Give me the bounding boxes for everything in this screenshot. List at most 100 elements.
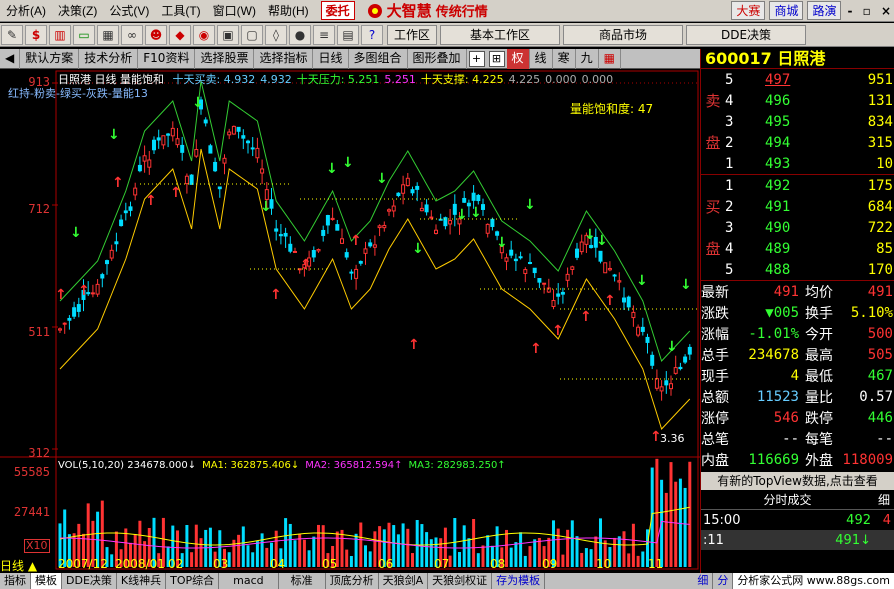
roadshow-button[interactable]: 路演 bbox=[807, 1, 842, 20]
binoculars-icon[interactable]: ∞ bbox=[121, 24, 143, 45]
pin-icon[interactable]: ◊ bbox=[265, 24, 287, 45]
default-scheme-button[interactable]: 默认方案 bbox=[20, 48, 80, 69]
kline-candle bbox=[579, 241, 584, 253]
plus-icon[interactable]: + bbox=[468, 50, 485, 67]
tab-dde[interactable]: DDE决策 bbox=[686, 24, 807, 45]
box-icon[interactable]: ▢ bbox=[241, 24, 263, 45]
kline-candle bbox=[382, 224, 387, 229]
quote-value: 467 bbox=[867, 367, 893, 384]
tab-wolf-a[interactable]: 天狼剑A bbox=[379, 573, 429, 589]
buy-row[interactable]: 1 492 175 bbox=[701, 175, 894, 196]
buy-row[interactable]: 买 2 491 684 bbox=[701, 196, 894, 217]
chart-header-value: 十天买卖: 4.932 bbox=[172, 73, 256, 86]
overlay-button[interactable]: 图形叠加 bbox=[408, 48, 467, 69]
menu-decision[interactable]: 决策(Z) bbox=[52, 2, 103, 19]
buy-arrow: ↑ bbox=[145, 193, 157, 209]
money-icon[interactable]: ▭ bbox=[73, 24, 95, 45]
quan-button[interactable]: 权 bbox=[506, 48, 530, 69]
dot-icon[interactable]: ● bbox=[289, 24, 311, 45]
dollar-icon[interactable]: $ bbox=[25, 24, 47, 45]
tab-wolf-warrant[interactable]: 天狼剑权证 bbox=[428, 573, 493, 589]
stamp-icon[interactable]: ◉ bbox=[193, 24, 215, 45]
kline-candle bbox=[617, 280, 622, 283]
menu-window[interactable]: 窗口(W) bbox=[207, 2, 262, 19]
mall-button[interactable]: 商城 bbox=[769, 1, 804, 20]
window-controls[interactable]: - ▫ × bbox=[847, 4, 894, 18]
diamond-icon[interactable]: ◆ bbox=[169, 24, 191, 45]
detail-button[interactable]: 细 bbox=[693, 573, 714, 589]
multi-chart-button[interactable]: 多图组合 bbox=[349, 48, 408, 69]
tech-analysis-button[interactable]: 技术分析 bbox=[79, 48, 139, 69]
tab-kline-god[interactable]: K线神兵 bbox=[117, 573, 167, 589]
buy-level: 3 bbox=[725, 219, 734, 236]
sell-arrow: ↓ bbox=[376, 171, 388, 187]
sell-row[interactable]: 5 497 951 bbox=[701, 69, 894, 90]
sell-row[interactable]: 盘 2 494 315 bbox=[701, 132, 894, 153]
chart-color-icon[interactable]: ▦ bbox=[599, 48, 621, 69]
kline-candle bbox=[278, 234, 283, 237]
sell-row[interactable]: 卖 4 496 131 bbox=[701, 90, 894, 111]
jiu-button[interactable]: 九 bbox=[576, 48, 599, 69]
quote-label: 总笔 bbox=[701, 431, 729, 448]
tab-standard[interactable]: 标准 bbox=[279, 573, 326, 589]
stock-code: 600017 bbox=[705, 49, 772, 68]
kline-chart[interactable]: ↑ ↑ ↑ ↑ ↑ ↑ ↑ ↑ ↑ ↑ ↑ ↑ ↑ ↑ ↓ ↓ ↓ ↓ ↓ ↓ ↓ ↓ ↓ ↓ ↓ ↓ ↓ ↓ ↓ ↓ ↓ bbox=[0, 69, 700, 571]
sell-level: 5 bbox=[725, 71, 734, 88]
contest-button[interactable]: 大赛 bbox=[731, 1, 766, 20]
buy-row[interactable]: 盘 4 489 85 bbox=[701, 238, 894, 259]
period-tab[interactable]: 日线 ▲ bbox=[0, 557, 37, 574]
split-icon[interactable]: ⊞ bbox=[488, 50, 505, 67]
tab-dde[interactable]: DDE决策 bbox=[62, 573, 117, 589]
sell-row[interactable]: 1 493 10 bbox=[701, 153, 894, 174]
person-icon[interactable]: ☻ bbox=[145, 24, 167, 45]
menu-analysis[interactable]: 分析(A) bbox=[0, 2, 52, 19]
han-button[interactable]: 寒 bbox=[553, 48, 576, 69]
block-icon[interactable]: ▣ bbox=[217, 24, 239, 45]
menu-help[interactable]: 帮助(H) bbox=[262, 2, 315, 19]
tab-indicator[interactable]: 指标 bbox=[0, 573, 31, 589]
tab-macd[interactable]: macd bbox=[219, 573, 279, 589]
quote-row: 涨幅 -1.01% 今开 500 bbox=[701, 323, 894, 344]
workspace-select[interactable]: 基本工作区 bbox=[440, 24, 561, 45]
tab-market[interactable]: 商品市场 bbox=[563, 24, 684, 45]
sell-price: 494 bbox=[765, 134, 791, 151]
scroll-left-icon[interactable]: ◀ bbox=[0, 48, 21, 69]
tab-template[interactable]: 模板 bbox=[31, 573, 62, 589]
kline-candle bbox=[513, 258, 518, 262]
xian-button[interactable]: 线 bbox=[530, 48, 553, 69]
buy-row[interactable]: 5 488 170 bbox=[701, 259, 894, 280]
quote-row: 总额 11523 量比 0.57 bbox=[701, 386, 894, 407]
fen-button[interactable]: 分 bbox=[713, 573, 734, 589]
weituo-button[interactable]: 委托 bbox=[320, 1, 355, 20]
window-icon[interactable]: ▤ bbox=[337, 24, 359, 45]
select-stock-button[interactable]: 选择股票 bbox=[195, 48, 255, 69]
volume-bar bbox=[509, 547, 513, 567]
menu-tools[interactable]: 工具(T) bbox=[155, 2, 206, 19]
sell-arrow: ↓ bbox=[470, 205, 482, 221]
kline-candle bbox=[659, 386, 664, 392]
f10-button[interactable]: F10资料 bbox=[138, 48, 196, 69]
kline-candle bbox=[316, 249, 321, 252]
kline-candle bbox=[424, 204, 429, 213]
topview-notice[interactable]: 有新的TopView数据,点击查看 bbox=[701, 472, 894, 490]
ticks-detail-button[interactable]: 细 bbox=[874, 490, 894, 509]
list-icon[interactable]: ≡ bbox=[313, 24, 335, 45]
menu-formula[interactable]: 公式(V) bbox=[103, 2, 155, 19]
tab-top[interactable]: TOP综合 bbox=[166, 573, 220, 589]
help-icon[interactable]: ? bbox=[361, 24, 383, 45]
buy-row[interactable]: 3 490 722 bbox=[701, 217, 894, 238]
sell-row[interactable]: 3 495 834 bbox=[701, 111, 894, 132]
pen-icon[interactable]: ✎ bbox=[1, 24, 23, 45]
date-label: 2008/01 bbox=[115, 557, 165, 571]
kline-svg[interactable]: ↑ ↑↑↑ ↑↑↑↑↑ ↑↑↑↑↑↓↓↓↓↓ ↓↓↓↓ ↓↓↓↓ ↓↓↓↓ bbox=[0, 69, 700, 571]
select-indicator-button[interactable]: 选择指标 bbox=[254, 48, 314, 69]
period-daily-button[interactable]: 日线 bbox=[313, 48, 349, 69]
save-template-button[interactable]: 存为模板 bbox=[492, 573, 546, 589]
grid-icon[interactable]: ▦ bbox=[97, 24, 119, 45]
sell-arrow: ↓ bbox=[456, 207, 468, 223]
tab-top-bottom[interactable]: 顶底分析 bbox=[326, 573, 379, 589]
volume-bar bbox=[561, 554, 565, 567]
quote-table: 最新 491 均价 491 涨跌 ▼005 换手 5.10% 涨幅 -1.01% 今… bbox=[701, 281, 894, 470]
quote-value: 500 bbox=[867, 325, 893, 342]
chart-icon[interactable]: ▥ bbox=[49, 24, 71, 45]
